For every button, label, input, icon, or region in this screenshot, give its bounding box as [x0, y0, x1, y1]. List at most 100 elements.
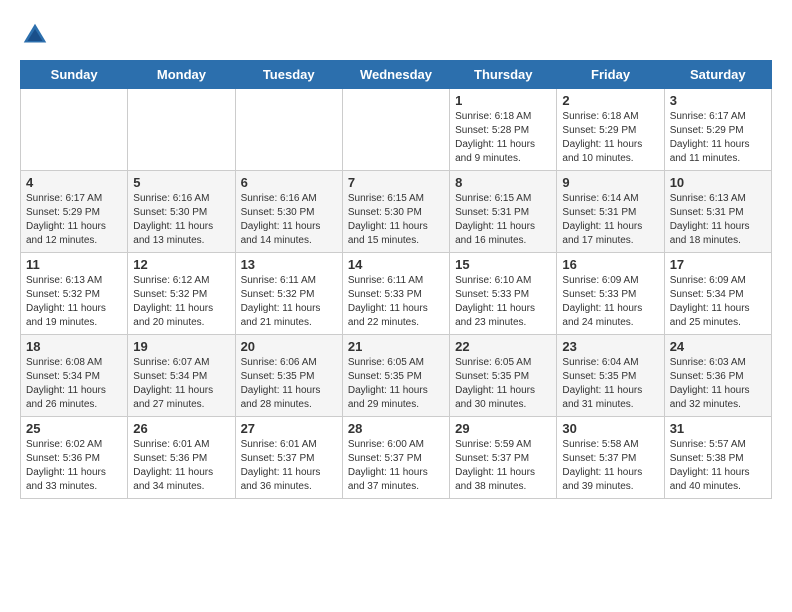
day-header-monday: Monday — [128, 61, 235, 89]
calendar-header: SundayMondayTuesdayWednesdayThursdayFrid… — [21, 61, 772, 89]
calendar-cell: 16 Sunrise: 6:09 AM Sunset: 5:33 PM Dayli… — [557, 253, 664, 335]
day-info: Sunrise: 6:06 AM Sunset: 5:35 PM Dayligh… — [241, 356, 337, 412]
day-number: 3 — [670, 93, 766, 108]
day-number: 14 — [348, 257, 444, 272]
day-info: Sunrise: 5:59 AM Sunset: 5:37 PM Dayligh… — [455, 438, 551, 494]
day-number: 24 — [670, 339, 766, 354]
day-number: 31 — [670, 421, 766, 436]
day-info: Sunrise: 6:17 AM Sunset: 5:29 PM Dayligh… — [26, 192, 122, 248]
day-number: 16 — [562, 257, 658, 272]
logo — [20, 20, 56, 50]
calendar-cell — [342, 89, 449, 171]
day-info: Sunrise: 6:16 AM Sunset: 5:30 PM Dayligh… — [133, 192, 229, 248]
day-header-saturday: Saturday — [664, 61, 771, 89]
day-info: Sunrise: 6:04 AM Sunset: 5:35 PM Dayligh… — [562, 356, 658, 412]
calendar-cell: 28 Sunrise: 6:00 AM Sunset: 5:37 PM Dayli… — [342, 417, 449, 499]
day-number: 8 — [455, 175, 551, 190]
day-info: Sunrise: 6:03 AM Sunset: 5:36 PM Dayligh… — [670, 356, 766, 412]
day-info: Sunrise: 6:11 AM Sunset: 5:32 PM Dayligh… — [241, 274, 337, 330]
calendar-cell: 30 Sunrise: 5:58 AM Sunset: 5:37 PM Dayli… — [557, 417, 664, 499]
calendar-cell: 29Sunrise: 5:59 AM Sunset: 5:37 PM Dayli… — [450, 417, 557, 499]
day-header-tuesday: Tuesday — [235, 61, 342, 89]
calendar-cell: 8 Sunrise: 6:15 AM Sunset: 5:31 PM Daylig… — [450, 171, 557, 253]
day-info: Sunrise: 6:10 AM Sunset: 5:33 PM Dayligh… — [455, 274, 551, 330]
calendar-cell: 24 Sunrise: 6:03 AM Sunset: 5:36 PM Dayli… — [664, 335, 771, 417]
day-info: Sunrise: 6:09 AM Sunset: 5:33 PM Dayligh… — [562, 274, 658, 330]
calendar-cell: 11 Sunrise: 6:13 AM Sunset: 5:32 PM Dayli… — [21, 253, 128, 335]
calendar-cell: 31 Sunrise: 5:57 AM Sunset: 5:38 PM Dayli… — [664, 417, 771, 499]
day-info: Sunrise: 6:18 AM Sunset: 5:28 PM Dayligh… — [455, 110, 551, 166]
header — [20, 20, 772, 50]
day-info: Sunrise: 6:01 AM Sunset: 5:37 PM Dayligh… — [241, 438, 337, 494]
day-number: 5 — [133, 175, 229, 190]
day-info: Sunrise: 6:15 AM Sunset: 5:30 PM Dayligh… — [348, 192, 444, 248]
calendar-cell: 6Sunrise: 6:16 AM Sunset: 5:30 PM Daylig… — [235, 171, 342, 253]
day-header-thursday: Thursday — [450, 61, 557, 89]
day-number: 27 — [241, 421, 337, 436]
day-header-friday: Friday — [557, 61, 664, 89]
calendar-cell: 25 Sunrise: 6:02 AM Sunset: 5:36 PM Dayli… — [21, 417, 128, 499]
day-info: Sunrise: 6:17 AM Sunset: 5:29 PM Dayligh… — [670, 110, 766, 166]
day-number: 15 — [455, 257, 551, 272]
day-info: Sunrise: 6:13 AM Sunset: 5:31 PM Dayligh… — [670, 192, 766, 248]
calendar-cell: 26 Sunrise: 6:01 AM Sunset: 5:36 PM Dayli… — [128, 417, 235, 499]
day-info: Sunrise: 6:14 AM Sunset: 5:31 PM Dayligh… — [562, 192, 658, 248]
day-number: 28 — [348, 421, 444, 436]
day-number: 18 — [26, 339, 122, 354]
day-info: Sunrise: 5:58 AM Sunset: 5:37 PM Dayligh… — [562, 438, 658, 494]
day-number: 7 — [348, 175, 444, 190]
calendar-cell: 4 Sunrise: 6:17 AM Sunset: 5:29 PM Daylig… — [21, 171, 128, 253]
day-number: 20 — [241, 339, 337, 354]
day-info: Sunrise: 6:05 AM Sunset: 5:35 PM Dayligh… — [348, 356, 444, 412]
day-info: Sunrise: 6:11 AM Sunset: 5:33 PM Dayligh… — [348, 274, 444, 330]
calendar-body: 1Sunrise: 6:18 AM Sunset: 5:28 PM Daylig… — [21, 89, 772, 499]
day-info: Sunrise: 6:02 AM Sunset: 5:36 PM Dayligh… — [26, 438, 122, 494]
calendar-cell: 2 Sunrise: 6:18 AM Sunset: 5:29 PM Daylig… — [557, 89, 664, 171]
week-row-1: 1Sunrise: 6:18 AM Sunset: 5:28 PM Daylig… — [21, 89, 772, 171]
calendar-cell: 22 Sunrise: 6:05 AM Sunset: 5:35 PM Dayli… — [450, 335, 557, 417]
day-number: 22 — [455, 339, 551, 354]
calendar-cell: 1Sunrise: 6:18 AM Sunset: 5:28 PM Daylig… — [450, 89, 557, 171]
calendar-cell — [235, 89, 342, 171]
day-info: Sunrise: 6:13 AM Sunset: 5:32 PM Dayligh… — [26, 274, 122, 330]
day-number: 4 — [26, 175, 122, 190]
day-info: Sunrise: 6:05 AM Sunset: 5:35 PM Dayligh… — [455, 356, 551, 412]
calendar-cell: 3 Sunrise: 6:17 AM Sunset: 5:29 PM Daylig… — [664, 89, 771, 171]
day-number: 12 — [133, 257, 229, 272]
day-info: Sunrise: 5:57 AM Sunset: 5:38 PM Dayligh… — [670, 438, 766, 494]
day-number: 21 — [348, 339, 444, 354]
calendar-cell: 15 Sunrise: 6:10 AM Sunset: 5:33 PM Dayli… — [450, 253, 557, 335]
day-info: Sunrise: 6:01 AM Sunset: 5:36 PM Dayligh… — [133, 438, 229, 494]
calendar-cell: 13 Sunrise: 6:11 AM Sunset: 5:32 PM Dayli… — [235, 253, 342, 335]
day-number: 30 — [562, 421, 658, 436]
day-number: 2 — [562, 93, 658, 108]
day-info: Sunrise: 6:16 AM Sunset: 5:30 PM Dayligh… — [241, 192, 337, 248]
calendar-cell — [21, 89, 128, 171]
week-row-2: 4 Sunrise: 6:17 AM Sunset: 5:29 PM Daylig… — [21, 171, 772, 253]
calendar-cell: 19 Sunrise: 6:07 AM Sunset: 5:34 PM Dayli… — [128, 335, 235, 417]
page-container: SundayMondayTuesdayWednesdayThursdayFrid… — [20, 20, 772, 499]
day-info: Sunrise: 6:18 AM Sunset: 5:29 PM Dayligh… — [562, 110, 658, 166]
day-number: 10 — [670, 175, 766, 190]
day-number: 23 — [562, 339, 658, 354]
calendar-cell — [128, 89, 235, 171]
day-number: 11 — [26, 257, 122, 272]
day-info: Sunrise: 6:09 AM Sunset: 5:34 PM Dayligh… — [670, 274, 766, 330]
day-info: Sunrise: 6:08 AM Sunset: 5:34 PM Dayligh… — [26, 356, 122, 412]
day-info: Sunrise: 6:07 AM Sunset: 5:34 PM Dayligh… — [133, 356, 229, 412]
calendar-cell: 23 Sunrise: 6:04 AM Sunset: 5:35 PM Dayli… — [557, 335, 664, 417]
day-header-wednesday: Wednesday — [342, 61, 449, 89]
day-number: 25 — [26, 421, 122, 436]
day-number: 26 — [133, 421, 229, 436]
day-info: Sunrise: 6:15 AM Sunset: 5:31 PM Dayligh… — [455, 192, 551, 248]
day-number: 13 — [241, 257, 337, 272]
day-info: Sunrise: 6:00 AM Sunset: 5:37 PM Dayligh… — [348, 438, 444, 494]
calendar-cell: 27 Sunrise: 6:01 AM Sunset: 5:37 PM Dayli… — [235, 417, 342, 499]
day-number: 19 — [133, 339, 229, 354]
calendar-table: SundayMondayTuesdayWednesdayThursdayFrid… — [20, 60, 772, 499]
day-number: 17 — [670, 257, 766, 272]
calendar-cell: 18 Sunrise: 6:08 AM Sunset: 5:34 PM Dayli… — [21, 335, 128, 417]
day-number: 9 — [562, 175, 658, 190]
calendar-cell: 9 Sunrise: 6:14 AM Sunset: 5:31 PM Daylig… — [557, 171, 664, 253]
calendar-cell: 7 Sunrise: 6:15 AM Sunset: 5:30 PM Daylig… — [342, 171, 449, 253]
